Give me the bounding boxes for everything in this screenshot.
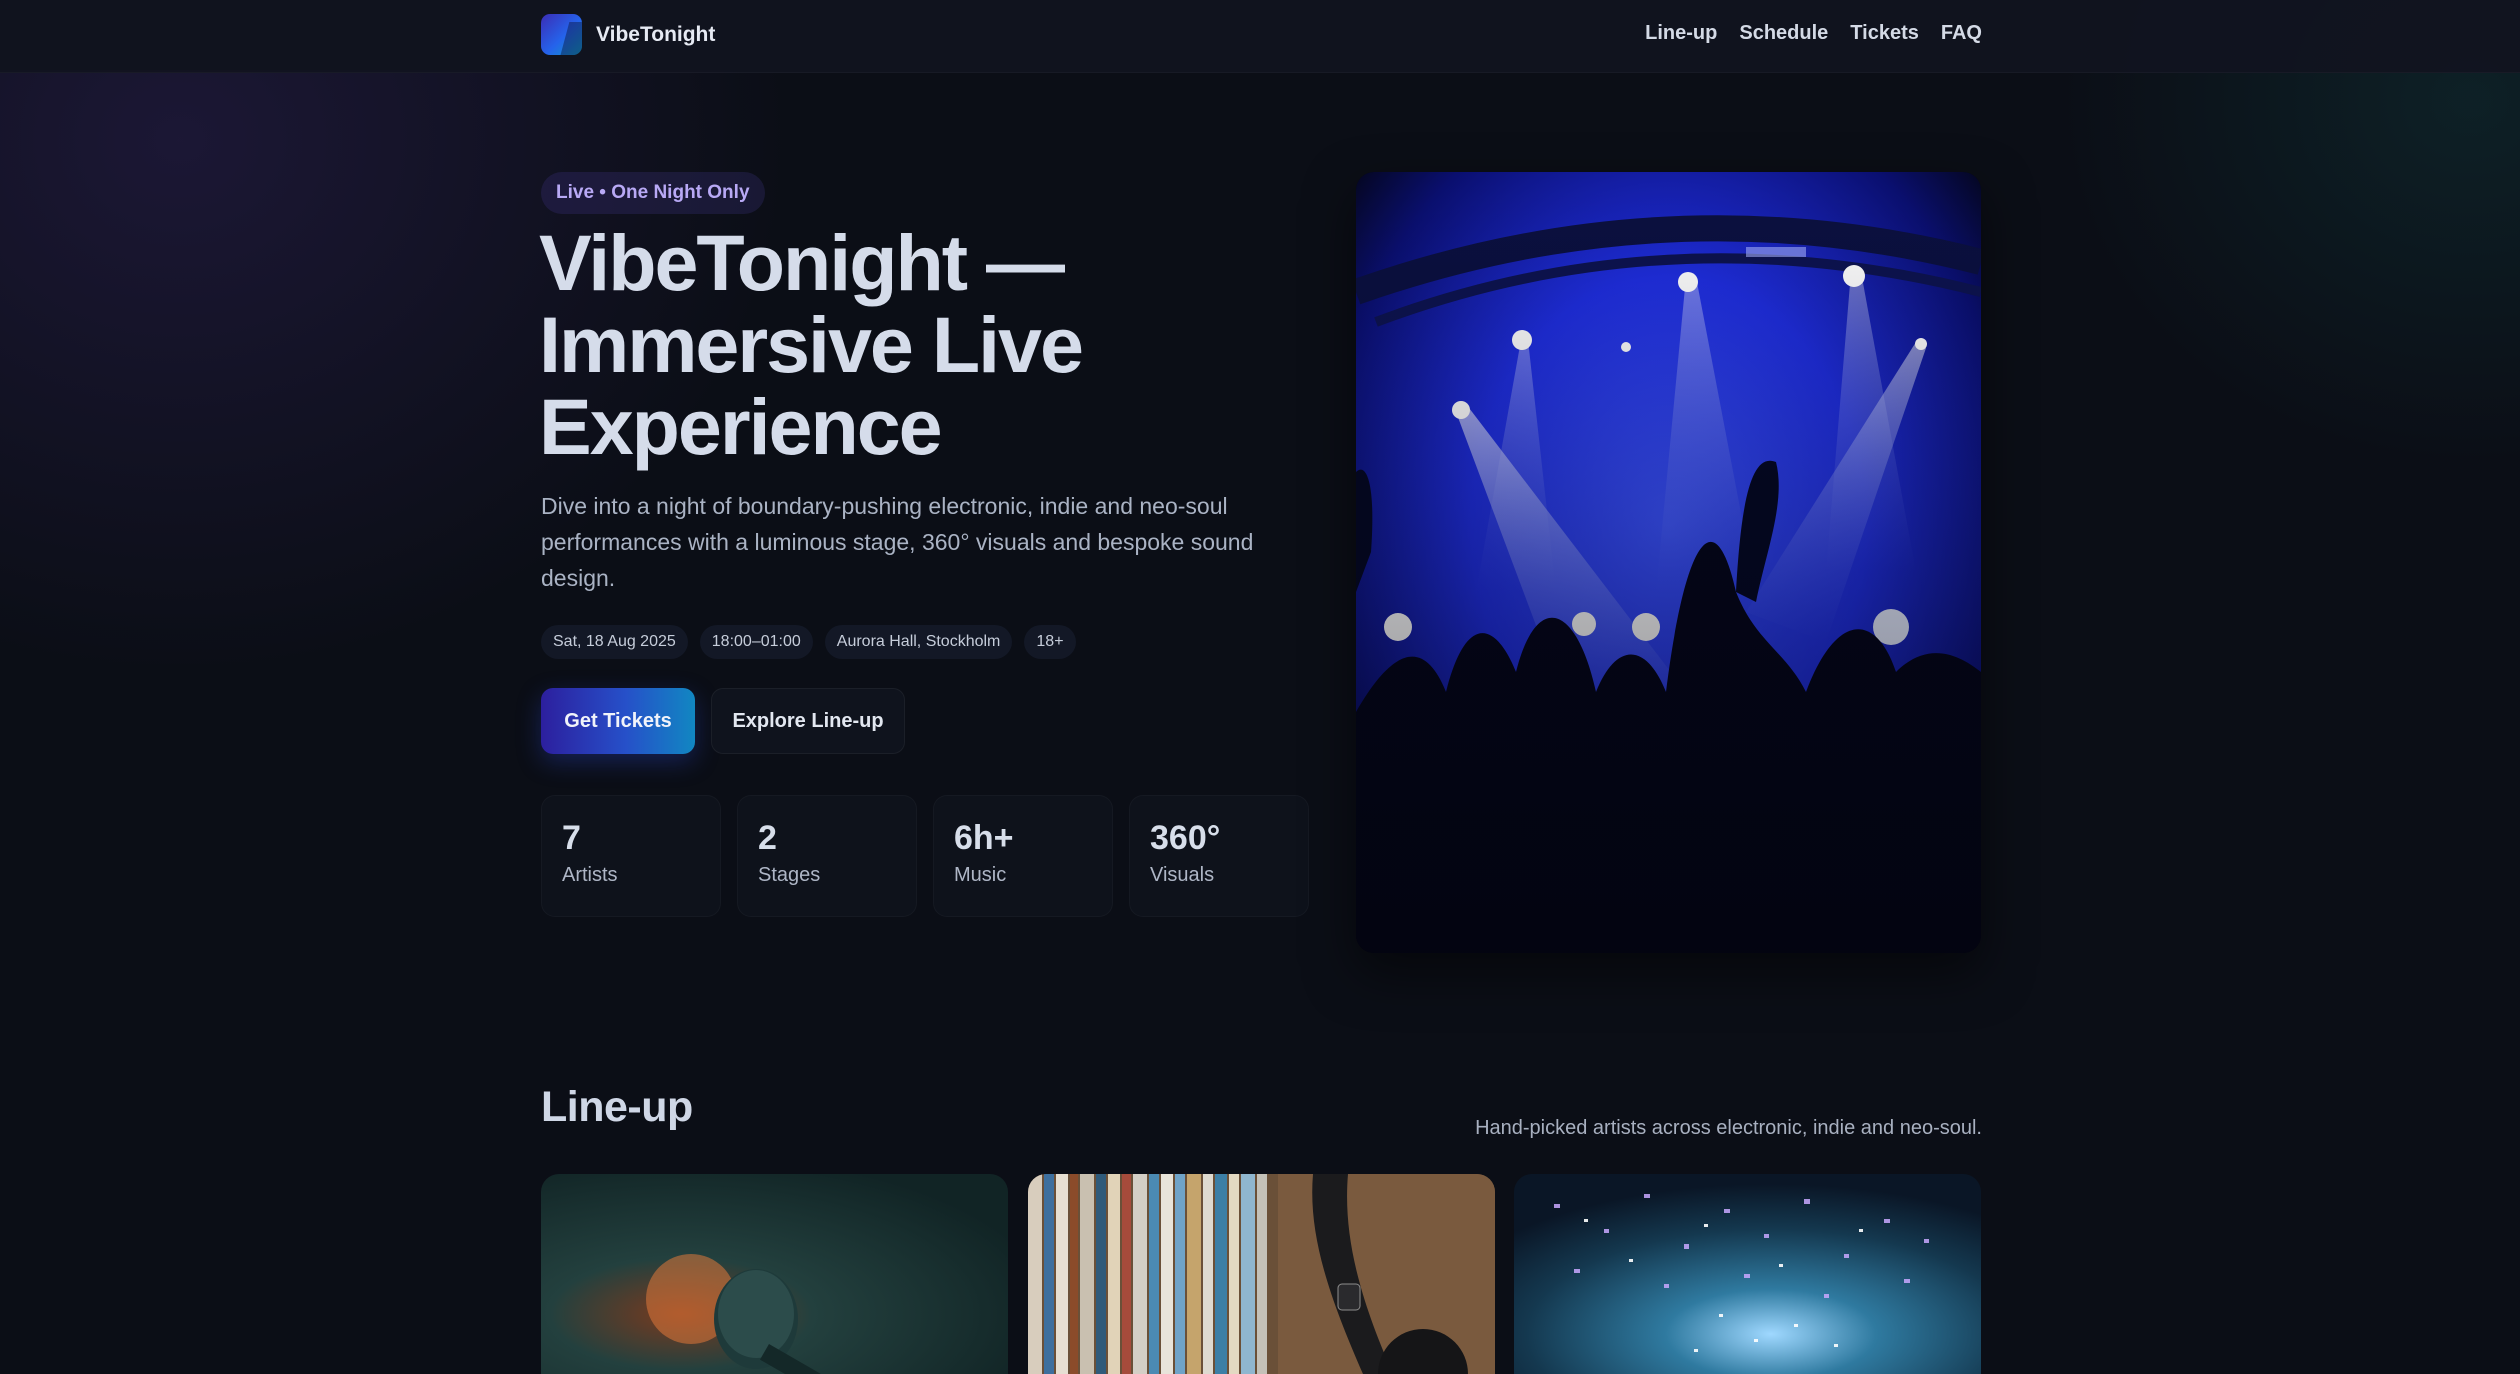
stat-card-music: 6h+ Music <box>933 795 1113 917</box>
main-nav: Line-up Schedule Tickets FAQ <box>1645 22 1982 45</box>
stat-card-visuals: 360° Visuals <box>1129 795 1309 917</box>
lineup-heading: Line-up <box>541 1083 693 1131</box>
event-badge: Live • One Night Only <box>541 172 765 214</box>
stat-card-artists: 7 Artists <box>541 795 721 917</box>
nav-link-tickets[interactable]: Tickets <box>1850 22 1919 45</box>
stat-value: 2 <box>758 819 777 857</box>
hero-concert-image <box>1356 172 1981 953</box>
nav-link-faq[interactable]: FAQ <box>1941 22 1982 45</box>
explore-lineup-button[interactable]: Explore Line-up <box>711 688 905 754</box>
hero-description: Dive into a night of boundary-pushing el… <box>541 493 1254 591</box>
stat-label: Artists <box>562 864 618 886</box>
stat-label: Stages <box>758 864 821 886</box>
event-info-chips: Sat, 18 Aug 2025 18:00–01:00 Aurora Hall… <box>541 625 1076 659</box>
event-stats: 7 Artists 2 Stages 6h+ Music 360° Visual… <box>541 795 1309 917</box>
artist-card-confetti[interactable] <box>1514 1174 1981 1374</box>
lineup-subtitle: Hand-picked artists across electronic, i… <box>1475 1117 1982 1139</box>
brand-name: VibeTonight <box>596 22 716 46</box>
chip-date: Sat, 18 Aug 2025 <box>541 625 688 659</box>
artist-card-vinyl-records[interactable] <box>1028 1174 1495 1374</box>
hero-title-line-2: Immersive Live <box>539 300 1084 389</box>
stat-value: 7 <box>562 819 581 857</box>
stat-value: 6h+ <box>954 819 1014 857</box>
stat-card-stages: 2 Stages <box>737 795 917 917</box>
brand[interactable]: VibeTonight <box>541 14 715 55</box>
stat-value: 360° <box>1150 819 1221 857</box>
chip-venue: Aurora Hall, Stockholm <box>824 625 1013 659</box>
hero-title-line-3: Experience <box>539 382 943 471</box>
nav-link-schedule[interactable]: Schedule <box>1739 22 1828 45</box>
chip-age-limit: 18+ <box>1024 625 1076 659</box>
nav-link-lineup[interactable]: Line-up <box>1645 22 1717 45</box>
hero-title: VibeTonight — Immersive Live Experience <box>539 222 1299 468</box>
brand-logo-icon <box>541 14 582 55</box>
background-glow-right <box>2020 0 2520 500</box>
top-navigation-bar: VibeTonight Line-up Schedule Tickets FAQ <box>0 0 2520 73</box>
chip-time: 18:00–01:00 <box>699 625 813 659</box>
artist-card-microphone[interactable] <box>541 1174 1008 1374</box>
stat-label: Music <box>954 864 1007 886</box>
stat-label: Visuals <box>1150 864 1215 886</box>
hero-title-line-1: VibeTonight — <box>539 218 1065 307</box>
get-tickets-button[interactable]: Get Tickets <box>541 688 695 754</box>
